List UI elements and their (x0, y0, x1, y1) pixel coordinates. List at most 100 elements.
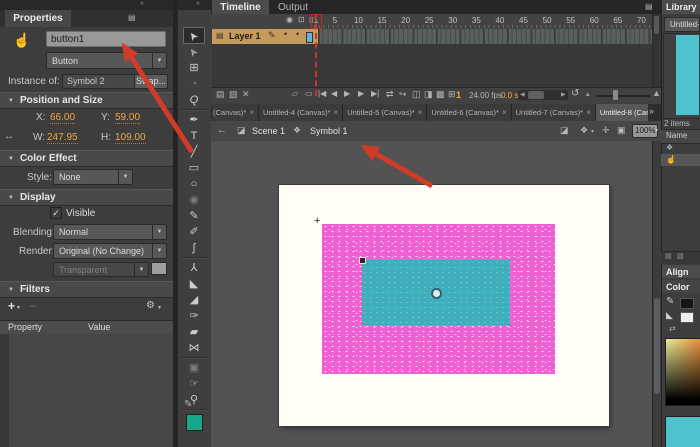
section-filters[interactable]: ▼Filters (0, 281, 173, 298)
selection-tool[interactable]: ➤ (183, 27, 205, 44)
swap-colors-icon[interactable]: ⇄ (669, 324, 676, 333)
collapse-toolbar-icon[interactable]: « (196, 0, 200, 7)
style-dropdown[interactable]: None ▼ (53, 169, 133, 185)
pencil-tool[interactable]: ✎ (181, 208, 207, 224)
filter-options-arrow-icon[interactable]: ▾ (158, 304, 161, 311)
modify-markers-icon[interactable]: ⊞ (448, 89, 456, 100)
h-value[interactable]: 109.00 (115, 132, 146, 144)
visible-checkbox[interactable]: ✓ (50, 207, 62, 219)
render-dropdown[interactable]: Original (No Change) ▼ (53, 243, 167, 259)
section-display[interactable]: ▼Display (0, 189, 173, 206)
section-position-size[interactable]: ▼Position and Size (0, 92, 173, 109)
color-picker-gradient[interactable] (665, 338, 700, 406)
frame-number-30[interactable]: 30 (448, 16, 457, 25)
reset-timeline-zoom-icon[interactable]: ↺ (571, 88, 579, 99)
timeline-menu-icon[interactable]: ▤ (645, 2, 653, 11)
fill-color-tool-icon[interactable]: ◣ (666, 310, 673, 321)
new-folder-icon[interactable]: ▧ (229, 89, 238, 100)
tab-timeline[interactable]: Timeline (212, 0, 269, 14)
scroll-right-icon[interactable]: ▶ (561, 91, 566, 98)
document-tab-4[interactable]: Untitled-6 (Canvas)*× (427, 104, 511, 121)
layer-visibility-dot[interactable]: • (284, 29, 287, 39)
frame-number-15[interactable]: 15 (378, 16, 387, 25)
section-color-effect[interactable]: ▼Color Effect (0, 150, 173, 167)
frame-zoom-slider-thumb[interactable] (613, 90, 618, 100)
frame-number-10[interactable]: 10 (354, 16, 363, 25)
paint-bucket-tool[interactable]: ◣ (181, 276, 207, 292)
stage-zoom-arrow-icon[interactable]: ▾ (655, 127, 658, 134)
elapsed-time-value[interactable]: 0.0 s (501, 91, 518, 100)
collapse-panels-icon[interactable]: « (140, 0, 144, 7)
stage-scrollbar-thumb[interactable] (654, 298, 660, 394)
close-tab-icon[interactable]: × (418, 108, 423, 117)
selected-color-swatch[interactable] (665, 416, 700, 447)
text-tool[interactable]: T (181, 128, 207, 144)
edit-symbol-icon[interactable]: ❖ (580, 125, 588, 136)
frame-number-50[interactable]: 50 (543, 16, 552, 25)
close-tab-icon[interactable]: × (586, 108, 591, 117)
document-tab-5[interactable]: Untitled-7 (Canvas)*× (512, 104, 596, 121)
frame-number-70[interactable]: 70 (637, 16, 646, 25)
lasso-tool[interactable]: Q (181, 92, 207, 108)
close-tab-icon[interactable]: × (334, 108, 339, 117)
document-tab-6[interactable]: Untitled-8 (Canvas)*× (596, 104, 648, 121)
fps-value[interactable]: 24.00 fps (469, 91, 502, 100)
frame-number-20[interactable]: 20 (401, 16, 410, 25)
go-to-last-frame-icon[interactable]: ▶| (371, 89, 379, 98)
current-frame-value[interactable]: 1 (456, 90, 461, 100)
tab-library[interactable]: Library (662, 0, 700, 14)
lock-all-layers-icon[interactable]: ⊡ (298, 15, 305, 24)
playhead[interactable] (315, 14, 317, 96)
filter-options-gear-icon[interactable]: ⚙ (146, 300, 155, 311)
scroll-left-icon[interactable]: ◀ (520, 91, 525, 98)
fill-color-panel-swatch[interactable] (680, 312, 694, 323)
frame-number-35[interactable]: 35 (472, 16, 481, 25)
w-value[interactable]: 247.95 (47, 132, 78, 144)
brush-tool[interactable]: ʃ (181, 240, 207, 256)
center-frame-icon[interactable]: ✛ (602, 125, 610, 136)
marker-a-icon[interactable]: ▱ (292, 89, 298, 98)
bone-tool[interactable]: ⅄ (181, 260, 207, 276)
new-library-folder-icon[interactable]: ▧ (677, 252, 684, 260)
delete-layer-icon[interactable]: ✕ (242, 89, 250, 100)
breadcrumb-symbol[interactable]: Symbol 1 (310, 126, 348, 136)
close-tab-icon[interactable]: × (502, 108, 507, 117)
line-tool[interactable]: ╱ (181, 144, 207, 160)
link-width-height-icon[interactable]: ↔ (4, 131, 14, 142)
fill-color-swatch[interactable] (186, 414, 203, 431)
x-value[interactable]: 66.00 (50, 112, 75, 124)
frame-number-40[interactable]: 40 (495, 16, 504, 25)
frame-number-5[interactable]: 5 (333, 16, 337, 25)
instance-name-input[interactable] (46, 31, 166, 47)
stroke-color-tool-icon[interactable]: ✎ (666, 296, 674, 307)
eraser-tool[interactable]: ▰ (181, 324, 207, 340)
hand-tool[interactable]: ☞ (181, 376, 207, 392)
stroke-color-panel-swatch[interactable] (680, 298, 694, 309)
swap-button[interactable]: Swap... (134, 74, 168, 89)
edit-multiple-frames-icon[interactable]: ↪ (399, 89, 407, 100)
eyedropper-tool[interactable]: ✑ (181, 308, 207, 324)
layer-row-header[interactable] (212, 29, 318, 44)
oval-primitive-tool[interactable]: ◉ (181, 192, 207, 208)
new-symbol-icon[interactable]: ▤ (665, 252, 672, 260)
tab-align[interactable]: Align (662, 265, 700, 278)
close-tab-icon[interactable]: × (249, 108, 254, 117)
zoom-in-frames-icon[interactable]: ▲ (652, 88, 661, 98)
layer-outline-color-swatch[interactable] (306, 32, 313, 43)
tab-output[interactable]: Output (271, 0, 315, 14)
timeline-h-scrollbar-thumb[interactable] (528, 91, 544, 99)
edit-multi-frames-icon[interactable]: ▩ (436, 89, 445, 100)
frame-number-65[interactable]: 65 (613, 16, 622, 25)
edit-symbol-arrow-icon[interactable]: ▾ (591, 128, 594, 135)
onion-skin-outlines-icon[interactable]: ◨ (424, 89, 433, 100)
new-layer-icon[interactable]: ▤ (216, 89, 225, 100)
library-document-dropdown[interactable]: Untitled-8 (664, 17, 700, 32)
ink-bottle-tool[interactable]: ◢ (181, 292, 207, 308)
instance-of-field[interactable]: Symbol 2 (62, 74, 136, 89)
step-back-icon[interactable]: ◀ (331, 89, 337, 98)
remove-filter-button[interactable]: – (30, 300, 36, 312)
document-tab-2[interactable]: Untitled-4 (Canvas)*× (259, 104, 343, 121)
blending-dropdown[interactable]: Normal ▼ (53, 224, 167, 240)
paint-brush-tool[interactable]: ✐ (181, 224, 207, 240)
3d-rotation-tool[interactable]: ◔ (181, 76, 207, 92)
